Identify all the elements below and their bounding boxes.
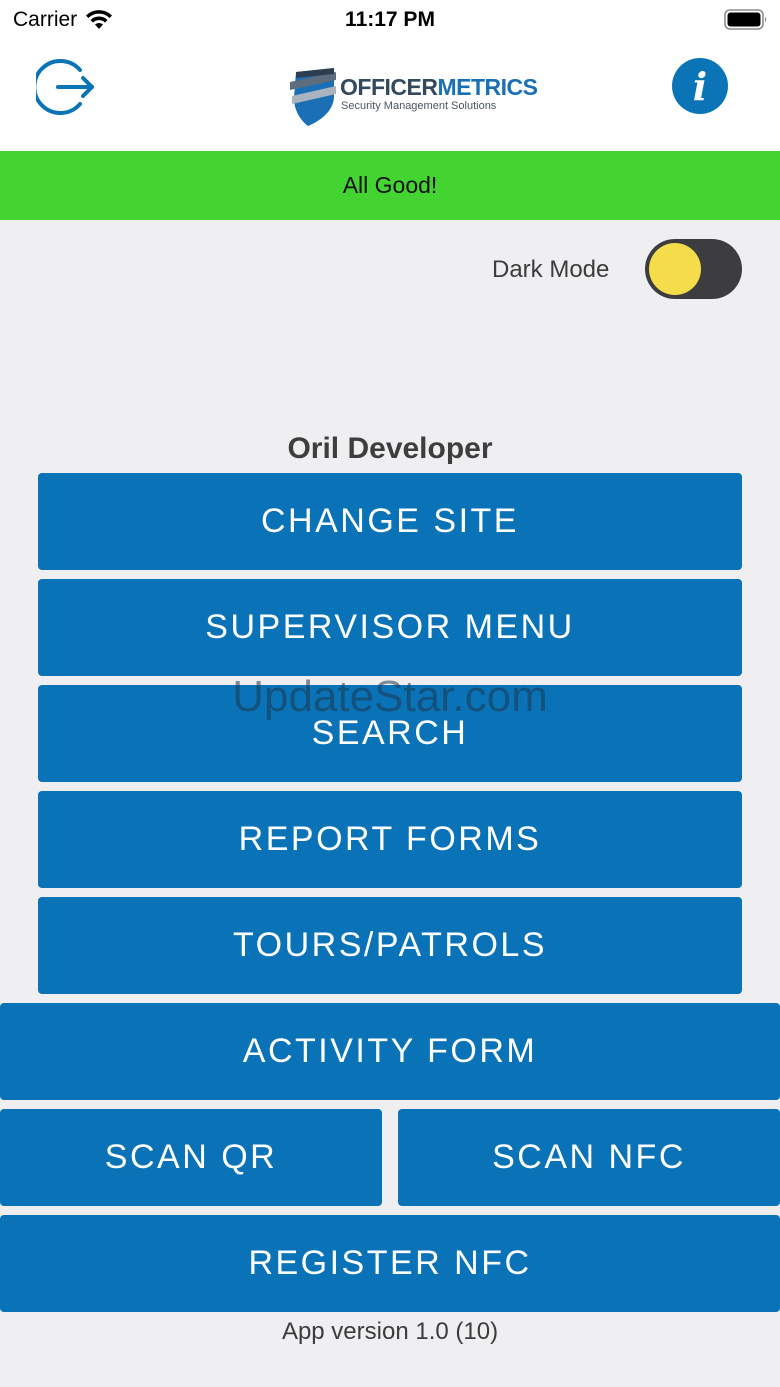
toggle-knob bbox=[649, 243, 701, 295]
shield-logo-icon bbox=[290, 68, 336, 126]
app-logo: OFFICERMETRICS Security Management Solut… bbox=[286, 66, 538, 130]
dark-mode-toggle[interactable] bbox=[645, 239, 742, 299]
app-header: OFFICERMETRICS Security Management Solut… bbox=[0, 40, 780, 152]
search-button[interactable]: SEARCH bbox=[38, 685, 742, 782]
logout-icon bbox=[32, 59, 94, 115]
logout-button[interactable] bbox=[32, 56, 98, 118]
battery-icon bbox=[724, 9, 767, 30]
register-nfc-button[interactable]: REGISTER NFC bbox=[0, 1215, 780, 1312]
status-bar: Carrier 11:17 PM bbox=[0, 0, 780, 40]
user-name: Oril Developer bbox=[287, 432, 493, 465]
info-icon: i bbox=[692, 63, 708, 109]
app-version: App version 1.0 (10) bbox=[281, 1318, 499, 1345]
logo-wordmark: OFFICERMETRICS bbox=[340, 74, 538, 100]
status-banner: All Good! bbox=[0, 151, 780, 220]
clock: 11:17 PM bbox=[345, 8, 435, 31]
supervisor-menu-button[interactable]: SUPERVISOR MENU bbox=[38, 579, 742, 676]
activity-form-button[interactable]: ACTIVITY FORM bbox=[0, 1003, 780, 1100]
scan-qr-button[interactable]: SCAN QR bbox=[0, 1109, 382, 1206]
info-button[interactable]: i bbox=[672, 58, 728, 114]
tours-patrols-button[interactable]: TOURS/PATROLS bbox=[38, 897, 742, 994]
report-forms-button[interactable]: REPORT FORMS bbox=[38, 791, 742, 888]
change-site-button[interactable]: CHANGE SITE bbox=[38, 473, 742, 570]
scan-nfc-button[interactable]: SCAN NFC bbox=[398, 1109, 780, 1206]
dark-mode-label: Dark Mode bbox=[492, 256, 610, 283]
logo-tagline: Security Management Solutions bbox=[341, 100, 497, 112]
